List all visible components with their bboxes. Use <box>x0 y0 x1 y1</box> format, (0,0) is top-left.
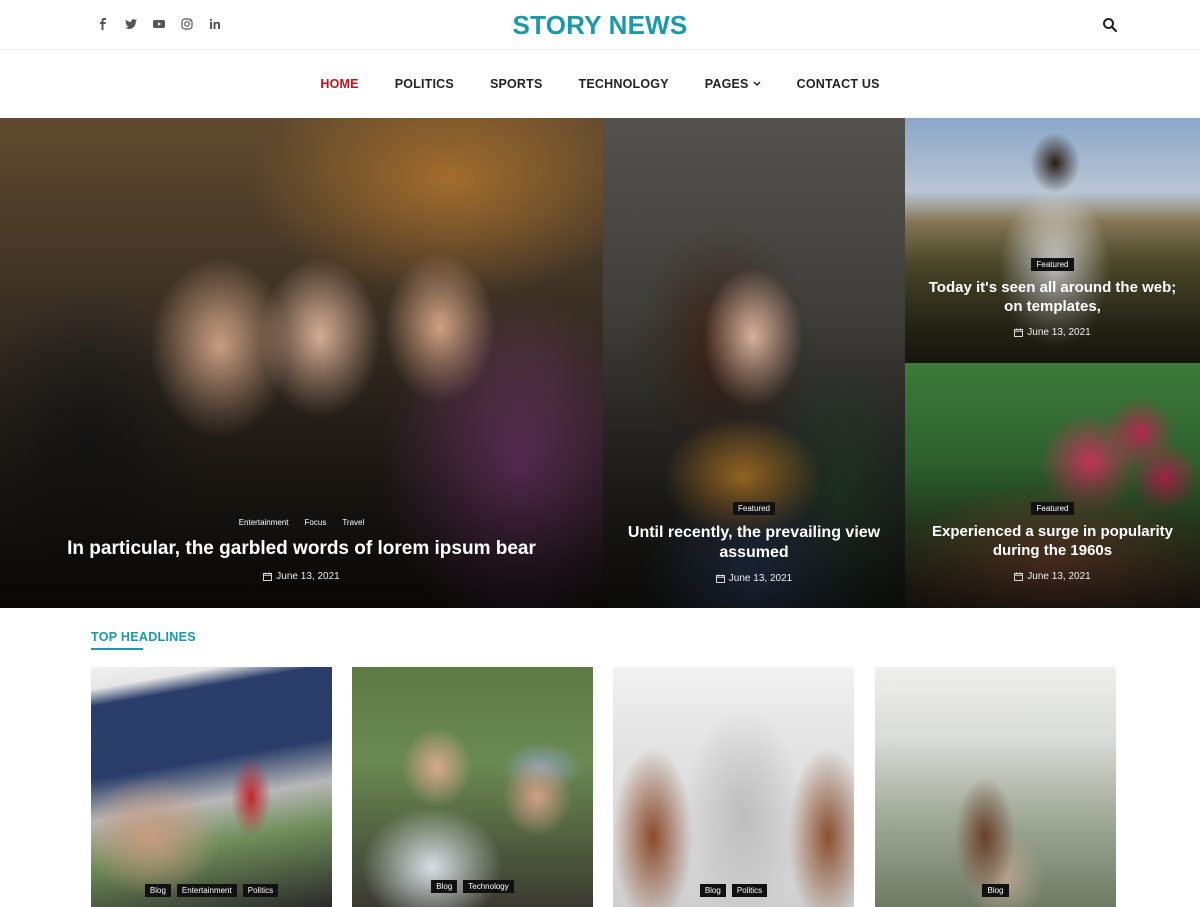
hero-right-top-tags: Featured <box>919 258 1186 271</box>
chevron-down-icon <box>753 81 761 87</box>
nav-pages[interactable]: PAGES <box>687 77 779 91</box>
top-headlines-heading: TOP HEADLINES <box>91 630 196 644</box>
top-bar: STORY NEWS <box>0 0 1200 50</box>
headline-card-3-image <box>613 667 854 907</box>
tag-blog[interactable]: Blog <box>431 880 458 893</box>
headline-card-1[interactable]: Blog Entertainment Politics <box>91 667 332 907</box>
hero-right-bottom-post[interactable]: Featured Experienced a surge in populari… <box>905 363 1200 608</box>
headline-card-4-tags: Blog <box>875 884 1116 897</box>
hero-right-bottom-title[interactable]: Experienced a surge in popularity during… <box>919 523 1186 561</box>
hero-grid: Entertainment Focus Travel In particular… <box>0 118 1200 608</box>
nav-politics[interactable]: POLITICS <box>377 77 472 91</box>
tag-technology[interactable]: Technology <box>463 880 514 893</box>
tag-politics[interactable]: Politics <box>242 884 279 897</box>
tag-blog[interactable]: Blog <box>699 884 726 897</box>
tag-entertainment[interactable]: Entertainment <box>176 884 237 897</box>
headline-card-2-tags: Blog Technology <box>352 880 593 893</box>
calendar-icon <box>263 572 273 581</box>
hero-middle-tags: Featured <box>623 502 885 515</box>
tag-blog[interactable]: Blog <box>144 884 171 897</box>
headline-card-3-tags: Blog Politics <box>613 884 854 897</box>
calendar-icon <box>715 574 725 583</box>
nav-home[interactable]: HOME <box>302 77 376 91</box>
nav-sports[interactable]: SPORTS <box>472 77 561 91</box>
nav-contact-us[interactable]: CONTACT US <box>779 77 898 91</box>
headline-card-1-image <box>91 667 332 907</box>
hero-right-top-caption: Featured Today it's seen all around the … <box>905 258 1200 338</box>
tag-focus[interactable]: Focus <box>299 516 332 529</box>
headline-card-3[interactable]: Blog Politics <box>613 667 854 907</box>
hero-middle-post[interactable]: Featured Until recently, the prevailing … <box>603 118 905 608</box>
hero-middle-caption: Featured Until recently, the prevailing … <box>603 502 905 584</box>
hero-main-date: June 13, 2021 <box>0 571 603 582</box>
nav-technology[interactable]: TECHNOLOGY <box>561 77 687 91</box>
headline-card-2[interactable]: Blog Technology <box>352 667 593 907</box>
hero-right-top-title[interactable]: Today it's seen all around the web; on t… <box>919 279 1186 317</box>
hero-right-top-date: June 13, 2021 <box>919 327 1186 338</box>
hero-right-bottom-date-text: June 13, 2021 <box>1027 570 1091 582</box>
tag-blog[interactable]: Blog <box>982 884 1009 897</box>
headline-card-4-image <box>875 667 1116 907</box>
calendar-icon <box>1014 327 1024 337</box>
headline-card-2-image <box>352 667 593 907</box>
hero-main-post[interactable]: Entertainment Focus Travel In particular… <box>0 118 603 608</box>
hero-middle-date-text: June 13, 2021 <box>728 573 793 584</box>
hero-right-bottom-tags: Featured <box>919 502 1186 515</box>
tag-travel[interactable]: Travel <box>337 516 370 529</box>
hero-middle-title[interactable]: Until recently, the prevailing view assu… <box>623 523 885 563</box>
hero-right-top-date-text: June 13, 2021 <box>1027 326 1091 338</box>
nav-pages-label: PAGES <box>704 77 749 91</box>
main-nav: HOME POLITICS SPORTS TECHNOLOGY PAGES CO… <box>0 51 1200 117</box>
hero-main-title[interactable]: In particular, the garbled words of lore… <box>0 537 603 561</box>
headline-card-4[interactable]: Blog <box>875 667 1116 907</box>
site-logo[interactable]: STORY NEWS <box>0 10 1200 41</box>
hero-main-tags: Entertainment Focus Travel <box>0 516 603 529</box>
hero-right-bottom-caption: Featured Experienced a surge in populari… <box>905 502 1200 582</box>
headline-card-1-tags: Blog Entertainment Politics <box>91 884 332 897</box>
tag-featured[interactable]: Featured <box>1031 502 1074 515</box>
hero-main-caption: Entertainment Focus Travel In particular… <box>0 516 603 582</box>
hero-main-date-text: June 13, 2021 <box>276 570 340 582</box>
hero-middle-date: June 13, 2021 <box>623 573 885 584</box>
tag-featured[interactable]: Featured <box>1031 258 1074 271</box>
tag-featured[interactable]: Featured <box>732 502 776 515</box>
hero-right-top-post[interactable]: Featured Today it's seen all around the … <box>905 118 1200 363</box>
tag-politics[interactable]: Politics <box>731 884 768 897</box>
search-icon[interactable] <box>1102 17 1118 33</box>
hero-right-bottom-date: June 13, 2021 <box>919 571 1186 582</box>
calendar-icon <box>1014 571 1024 581</box>
tag-entertainment[interactable]: Entertainment <box>233 516 294 529</box>
heading-underline <box>91 648 143 650</box>
